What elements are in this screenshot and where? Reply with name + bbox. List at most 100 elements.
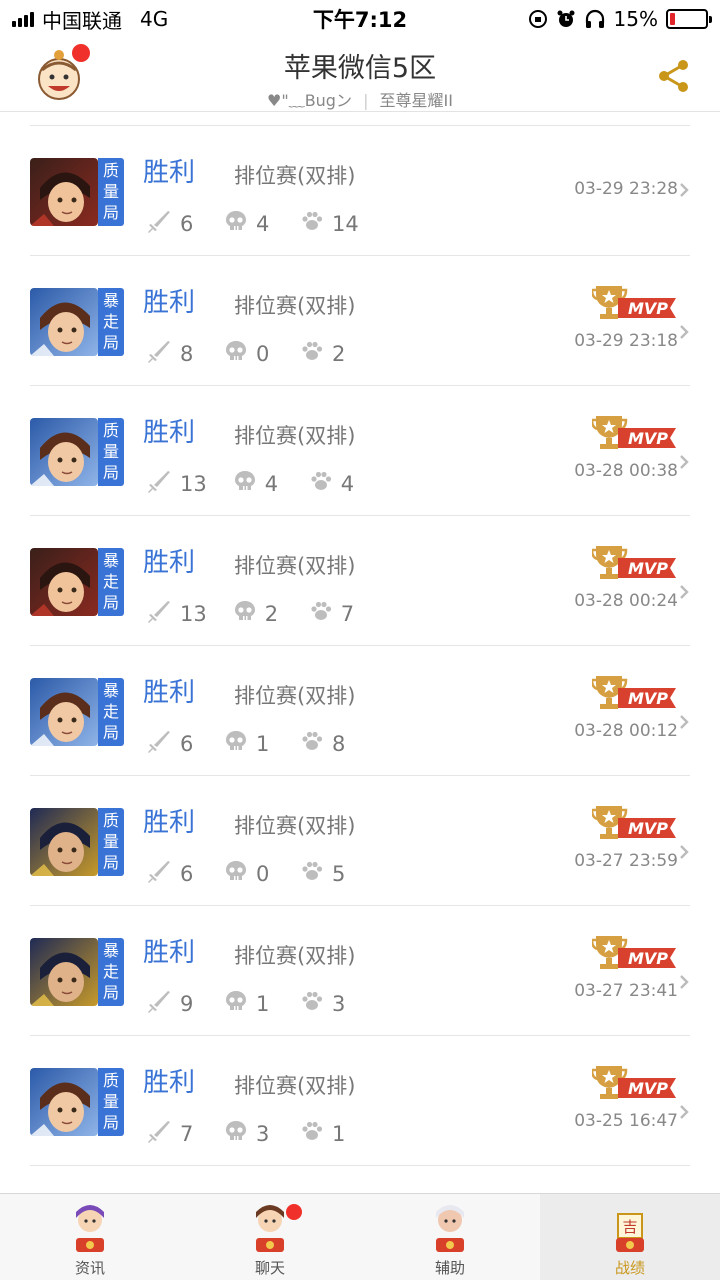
- match-time: 03-29 23:18: [574, 331, 678, 351]
- assists-stat: 7: [309, 599, 359, 628]
- network-type: 4G: [140, 7, 169, 31]
- match-mode: 排位赛(双排): [234, 684, 356, 708]
- match-row[interactable]: 质量局 胜利 排位赛(双排) 7 3 1 MVP 03-25 16:47: [0, 1036, 720, 1166]
- battery-icon: [666, 9, 712, 29]
- mvp-label: MVP: [628, 429, 669, 448]
- sword-icon: [146, 988, 180, 1019]
- tab-assist[interactable]: 辅助: [360, 1194, 540, 1280]
- kda-stats: 13 4 4: [146, 468, 385, 499]
- match-quality-tag: 暴走局: [98, 678, 124, 746]
- player-subtitle: ♥"﹏Bugン | 至尊星耀II: [180, 87, 540, 111]
- subtitle-separator: |: [363, 91, 369, 110]
- paw-icon: [300, 339, 332, 368]
- tab-news[interactable]: 资讯: [0, 1194, 180, 1280]
- skull-icon: [224, 209, 256, 238]
- match-time: 03-27 23:59: [574, 851, 678, 871]
- deaths-stat: 4: [224, 209, 274, 238]
- deaths-value: 4: [264, 471, 279, 496]
- kills-stat: 13: [146, 598, 207, 629]
- paw-icon: [300, 859, 332, 888]
- match-mode: 排位赛(双排): [234, 944, 356, 968]
- kills-stat: 7: [146, 1118, 198, 1149]
- match-row[interactable]: 质量局 胜利 排位赛(双排) 6 0 5 MVP 03-27 23:59: [0, 776, 720, 906]
- chevron-right-icon: [678, 182, 690, 198]
- record-mascot-icon: 吉: [616, 1213, 644, 1252]
- mvp-badge: MVP: [590, 804, 676, 842]
- sword-icon: [146, 468, 180, 499]
- kda-stats: 6 1 8: [146, 728, 376, 759]
- match-quality-tag: 暴走局: [98, 548, 124, 616]
- mvp-badge: MVP: [590, 544, 676, 582]
- assist-mascot-icon: [436, 1205, 464, 1252]
- tab-record[interactable]: 吉 战绩: [540, 1194, 720, 1280]
- deaths-stat: 1: [224, 989, 274, 1018]
- hero-portrait: [30, 288, 98, 356]
- kda-stats: 9 1 3: [146, 988, 376, 1019]
- kda-stats: 6 0 5: [146, 858, 376, 889]
- alarm-icon: [557, 10, 575, 27]
- hero-portrait: [30, 808, 98, 876]
- paw-icon: [300, 729, 332, 758]
- user-avatar-button[interactable]: [30, 44, 90, 104]
- chevron-right-icon: [678, 584, 690, 600]
- mvp-label: MVP: [628, 689, 669, 708]
- match-row[interactable]: 暴走局 胜利 排位赛(双排) 6 1 8 MVP 03-28 00:12: [0, 646, 720, 776]
- tab-label: 聊天: [254, 1259, 285, 1277]
- paw-icon: [300, 209, 332, 238]
- svg-text:吉: 吉: [622, 1218, 637, 1236]
- carrier-name: 中国联通: [42, 8, 122, 33]
- match-row[interactable]: 质量局 胜利 排位赛(双排) 6 4 14 03-29 23:28: [0, 126, 720, 256]
- match-row[interactable]: 暴走局 胜利 排位赛(双排) 9 1 3 MVP 03-27 23:41: [0, 906, 720, 1036]
- match-time: 03-29 23:28: [574, 179, 678, 199]
- battery-percent: 15%: [613, 7, 658, 31]
- assists-value: 14: [332, 211, 359, 236]
- skull-icon: [233, 599, 265, 628]
- kills-value: 13: [180, 471, 207, 496]
- match-row[interactable]: 暴走局 胜利 排位赛(双排) 13 2 7 MVP 03-28 00:24: [0, 516, 720, 646]
- match-result: 胜利: [143, 288, 196, 318]
- assists-value: 8: [332, 731, 346, 756]
- match-quality-tag: 暴走局: [98, 938, 124, 1006]
- orientation-lock-icon: [528, 10, 547, 28]
- tab-chat[interactable]: 聊天: [180, 1194, 360, 1280]
- assists-value: 4: [340, 471, 355, 496]
- kills-stat: 6: [146, 208, 198, 239]
- assists-value: 5: [332, 861, 346, 886]
- skull-icon: [224, 989, 256, 1018]
- kills-stat: 13: [146, 468, 207, 499]
- deaths-value: 3: [256, 1121, 270, 1146]
- deaths-value: 4: [256, 211, 270, 236]
- chevron-right-icon: [678, 714, 690, 730]
- app-header: 苹果微信5区 ♥"﹏Bugン | 至尊星耀II: [0, 38, 720, 112]
- kills-value: 13: [180, 601, 207, 626]
- bottom-tab-bar: 资讯 聊天 辅助 吉 战绩: [0, 1193, 720, 1280]
- match-mode: 排位赛(双排): [234, 294, 356, 318]
- match-result: 胜利: [143, 808, 196, 838]
- match-row[interactable]: 暴走局 胜利 排位赛(双排) 8 0 2 MVP 03-29 23:18: [0, 256, 720, 386]
- skull-icon: [224, 859, 256, 888]
- chevron-right-icon: [678, 324, 690, 340]
- kda-stats: 13 2 7: [146, 598, 385, 629]
- match-time: 03-27 23:41: [574, 981, 678, 1001]
- assists-value: 3: [332, 991, 346, 1016]
- kills-stat: 8: [146, 338, 198, 369]
- sword-icon: [146, 858, 180, 889]
- match-quality-tag: 质量局: [98, 1068, 124, 1136]
- match-result: 胜利: [143, 1068, 196, 1098]
- deaths-value: 0: [256, 861, 270, 886]
- assists-stat: 2: [300, 339, 350, 368]
- match-row[interactable]: 质量局 胜利 排位赛(双排) 13 4 4 MVP 03-28 00:38: [0, 386, 720, 516]
- match-result: 胜利: [143, 548, 196, 578]
- match-mode: 排位赛(双排): [234, 164, 356, 188]
- match-time: 03-25 16:47: [574, 1111, 678, 1131]
- status-bar: 中国联通 4G 下午7:12 15%: [0, 0, 720, 38]
- news-mascot-icon: [76, 1205, 104, 1252]
- chevron-right-icon: [678, 1104, 690, 1120]
- match-time: 03-28 00:12: [574, 721, 678, 741]
- notification-dot: [286, 1204, 302, 1220]
- sword-icon: [146, 1118, 180, 1149]
- share-icon[interactable]: [656, 58, 692, 94]
- skull-icon: [233, 469, 265, 498]
- kills-stat: 6: [146, 728, 198, 759]
- match-history-list[interactable]: 质量局 胜利 排位赛(双排) 6 4 14 03-29 23:28 暴走局 胜利…: [0, 112, 720, 1192]
